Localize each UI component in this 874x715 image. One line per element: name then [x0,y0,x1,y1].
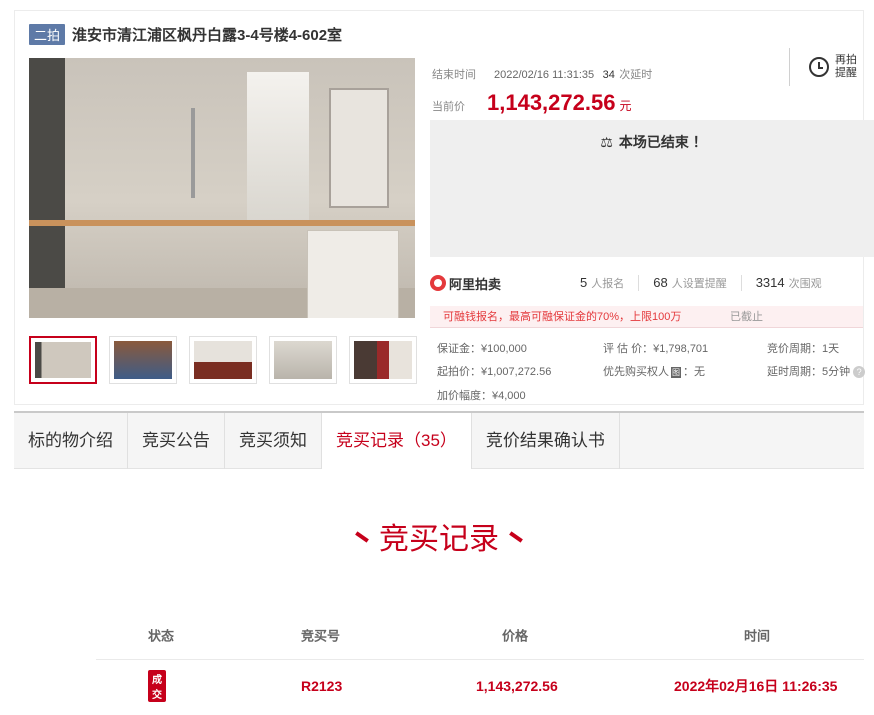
current-price-row: 当前价 1,143,272.56 元 [432,90,631,116]
tab-result-confirmation[interactable]: 竞价结果确认书 [472,413,620,469]
thumbnail-2[interactable] [109,336,177,384]
thumbnail-strip [29,336,417,384]
thumbnail-3[interactable] [189,336,257,384]
bid-records-section: 竞买记录 状态 竞买号 价格 时间 成交 R2123 1,143,272.56 … [14,470,864,715]
thumbnail-5[interactable] [349,336,417,384]
priority-value: ：无 [683,366,705,378]
bid-increment: 加价幅度：¥4,000 [437,390,526,402]
deposit-loan-notice[interactable]: 可融钱报名，最高可融保证金的70%，上限100万 已截止 [430,306,863,328]
tab-announcement[interactable]: 竞买公告 [128,413,225,469]
records-title: 竞买记录 [379,523,499,556]
table-row: 成交 R2123 1,143,272.56 2022年02月16日 11:26:… [96,660,864,712]
remind-button[interactable]: 再拍提醒 [789,48,859,86]
row-time: 2022年02月16日 11:26:35 [674,678,838,694]
delay-cycle: 延时周期：5分钟? [767,363,866,379]
col-status: 状态 [148,628,175,643]
records-heading: 竞买记录 [14,514,864,558]
item-title: 淮安市清江浦区枫丹白露3-4号楼4-602室 [72,26,343,44]
reminders-stat: 68 人设置提醒 [653,275,726,291]
logo-text: 阿里拍卖 [449,276,502,292]
tab-item-intro[interactable]: 标的物介绍 [14,413,128,469]
auction-info-panel: 结束时间 2022/02/16 11:31:35 34 次延时 当前价 1,14… [415,44,874,404]
thumbnail-1[interactable] [29,336,97,384]
col-time: 时间 [744,628,771,643]
remind-label: 再拍提醒 [835,54,857,79]
end-time-value: 2022/02/16 11:31:35 [494,69,595,81]
title-row: 二拍 淮安市清江浦区枫丹白露3-4号楼4-602室 [29,22,342,46]
detail-tabs: 标的物介绍 竞买公告 竞买须知 竞买记录（35） 竞价结果确认书 [14,411,864,469]
current-price-label: 当前价 [432,101,465,113]
signups-stat: 5 人报名 [580,275,624,291]
extensions-unit: 次延时 [619,69,653,81]
tab-bid-records[interactable]: 竞买记录（35） [322,413,472,469]
views-count: 3314 [755,275,785,290]
gavel-icon: ⚖ [600,134,613,150]
auction-card: 二拍 淮安市清江浦区枫丹白露3-4号楼4-602室 结束时间 2022/02/1… [14,10,874,405]
deposit-notice-status: 已截止 [730,311,763,323]
help-icon[interactable]: ? [853,366,866,379]
deposit-amount: 保证金：¥100,000 [437,343,527,355]
priority-buyer: 优先购买权人图：无 [603,363,705,379]
round-badge: 二拍 [29,23,66,45]
records-table: 状态 竞买号 价格 时间 成交 R2123 1,143,272.56 2022年… [96,610,864,712]
ali-logo-icon [430,275,446,291]
delay-cycle-text: 延时周期：5分钟 [767,366,851,378]
end-time-label: 结束时间 [432,69,476,81]
ended-text: 本场已结束 ！ [618,134,707,150]
row-bid-no: R2123 [301,678,343,694]
priority-tag-icon: 图 [671,367,681,378]
signups-unit: 人报名 [591,278,625,290]
views-stat: 3314 次围观 [756,275,822,291]
row-price: 1,143,272.56 [476,678,558,694]
extensions-count: 34 [602,69,615,81]
priority-label: 优先购买权人 [603,366,669,378]
reminders-count: 68 [653,275,668,290]
deal-status-badge: 成交 [148,670,166,702]
current-price: 1,143,272.56 [487,90,616,115]
ali-auction-logo[interactable]: 阿里拍卖 [430,274,580,293]
reminders-unit: 人设置提醒 [671,278,727,290]
alarm-clock-icon [809,57,829,77]
tab-notice[interactable]: 竞买须知 [225,413,322,469]
deposit-notice-text: 可融钱报名，最高可融保证金的70%，上限100万 [443,311,682,323]
ended-message: ⚖ 本场已结束 ！ [430,132,874,152]
signups-count: 5 [580,275,588,290]
views-unit: 次围观 [788,278,822,290]
col-price: 价格 [502,628,529,643]
records-table-header: 状态 竞买号 价格 时间 [96,610,864,660]
end-time-row: 结束时间 2022/02/16 11:31:35 34 次延时 [432,65,652,83]
appraisal-price: 评 估 价：¥1,798,701 [603,343,709,355]
col-bid-no: 竞买号 [301,628,341,643]
main-photo[interactable] [29,58,415,318]
ended-box: ⚖ 本场已结束 ！ [430,120,874,257]
stats-row: 阿里拍卖 5 人报名 68 人设置提醒 3314 次围观 [430,270,863,296]
currency-unit: 元 [619,99,632,113]
bid-cycle: 竞价周期：1天 [767,343,840,355]
thumbnail-4[interactable] [269,336,337,384]
start-price: 起拍价：¥1,007,272.56 [437,366,552,378]
